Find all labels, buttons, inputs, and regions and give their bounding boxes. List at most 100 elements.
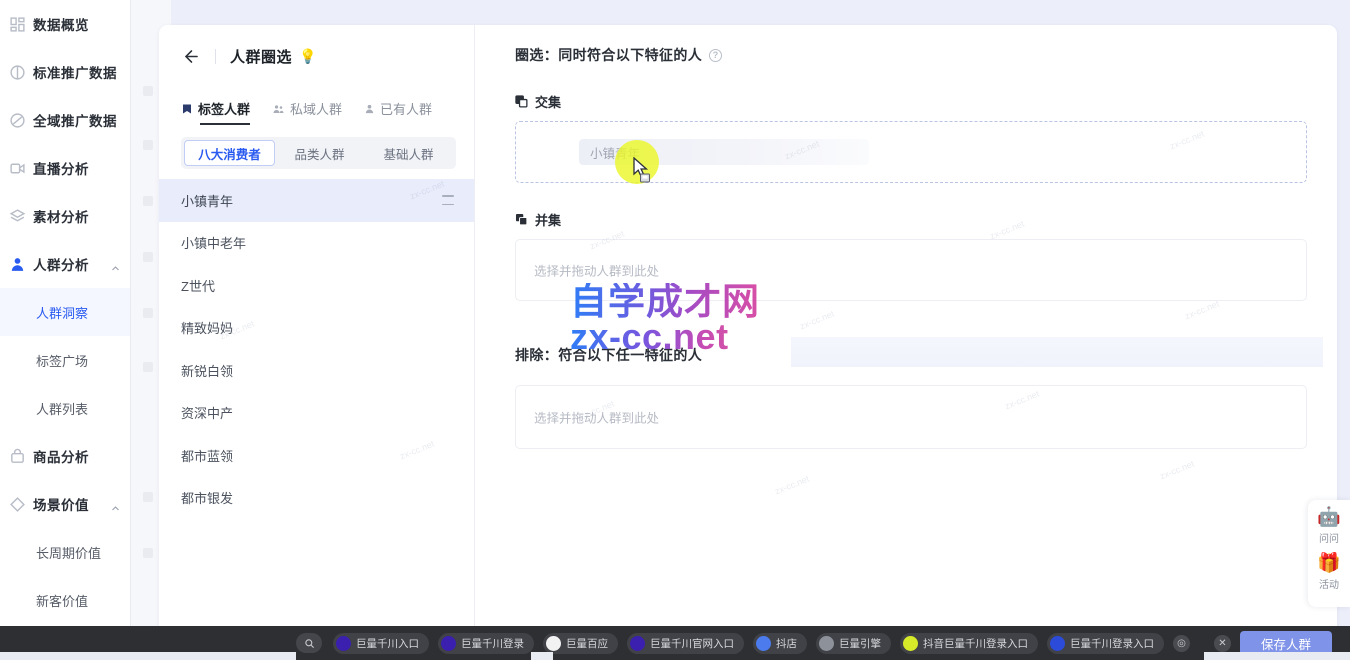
list-item-label: 都市蓝领 (181, 448, 234, 464)
bookmark-label: 抖店 (776, 637, 797, 650)
sidebar-subitem-label: 人群列表 (36, 401, 89, 417)
intersection-label-text: 交集 (535, 95, 562, 110)
activity-button[interactable]: 🎁 活动 (1308, 553, 1350, 591)
intersection-label: 交集 (515, 92, 1307, 111)
sidebar-item-tag-plaza[interactable]: 标签广场 (0, 336, 130, 384)
ask-assistant-label: 问问 (1319, 534, 1339, 545)
search-icon[interactable] (296, 633, 322, 653)
list-item[interactable]: 小镇中老年 (159, 222, 474, 265)
floating-help-widget: 🤖 问问 🎁 活动 (1308, 500, 1350, 607)
globe-icon (8, 111, 26, 129)
sidebar-item-creative-analysis[interactable]: 素材分析 (0, 192, 130, 240)
bookmark-item[interactable]: 巨量千川登录入口 (1047, 632, 1164, 654)
bookmark-label: 巨量千川官网入口 (650, 637, 734, 650)
sidebar-item-label: 全域推广数据 (33, 114, 117, 129)
sidebar-item-product-analysis[interactable]: 商品分析 (0, 432, 130, 480)
segment-category-audience[interactable]: 品类人群 (275, 140, 364, 166)
robot-avatar-icon: 🤖 (1317, 507, 1341, 528)
lightbulb-icon: 💡 (299, 48, 317, 64)
sidebar-item-audience-analysis[interactable]: 人群分析 (0, 240, 130, 288)
union-label-text: 并集 (535, 213, 562, 228)
favicon-icon (630, 635, 645, 651)
globe-small-icon[interactable]: ◎ (1173, 634, 1190, 652)
bookmark-item[interactable]: 巨量千川入口 (333, 632, 429, 654)
ask-assistant-button[interactable]: 🤖 问问 (1308, 507, 1350, 545)
sidebar-item-newcustomer-value[interactable]: 新客价值 (0, 576, 130, 624)
tab-existing-audience[interactable]: 已有人群 (364, 99, 432, 125)
section-divider-band (791, 337, 1323, 367)
bookmark-label: 巨量引擎 (839, 637, 881, 650)
sidebar-item-label: 人群分析 (33, 258, 89, 273)
bookmark-label: 巨量百应 (566, 637, 608, 650)
include-title-text: 圈选：同时符合以下特征的人 (515, 47, 703, 63)
person-icon (364, 103, 375, 115)
sidebar-item-standard-promotion[interactable]: 标准推广数据 (0, 48, 130, 96)
dragging-audience-chip[interactable]: 小镇青年 (579, 139, 869, 165)
sidebar-item-label: 直播分析 (33, 162, 89, 177)
taskbar-edge-mid (531, 652, 553, 660)
audience-builder-area: 圈选：同时符合以下特征的人 ? 交集 小镇青年 并集 选择并拖动人群到此处 排除… (475, 25, 1337, 650)
bookmark-item[interactable]: 巨量百应 (543, 632, 618, 654)
union-icon (515, 213, 528, 226)
tab-private-audience[interactable]: 私域人群 (272, 99, 342, 125)
list-item[interactable]: Z世代 (159, 264, 474, 307)
sidebar-item-audience-list[interactable]: 人群列表 (0, 384, 130, 432)
panel-tabs: 标签人群 私域人群 已有人群 (159, 87, 474, 125)
page-title: 人群圈选 (230, 48, 293, 66)
sidebar-subitem-label: 标签广场 (36, 353, 89, 369)
bookmark-label: 巨量千川入口 (356, 637, 419, 650)
sidebar-item-label: 标准推广数据 (33, 66, 117, 81)
sidebar-item-label: 商品分析 (33, 450, 89, 465)
list-item-label: 都市银发 (181, 491, 234, 507)
audience-selection-card: 人群圈选 💡 标签人群 私域人群 已有人群 八大消费者 品类人群 基础人群 小镇… (159, 25, 1337, 650)
exclude-placeholder: 选择并拖动人群到此处 (534, 411, 660, 426)
bookmark-item[interactable]: 抖音巨量千川登录入口 (900, 632, 1038, 654)
header-divider (215, 48, 216, 64)
sidebar-item-data-overview[interactable]: 数据概览 (0, 0, 130, 48)
bookmark-item[interactable]: 抖店 (753, 632, 807, 654)
intersection-dropzone[interactable]: 小镇青年 (515, 121, 1307, 183)
union-dropzone[interactable]: 选择并拖动人群到此处 (515, 239, 1307, 301)
exclude-dropzone[interactable]: 选择并拖动人群到此处 (515, 385, 1307, 449)
favicon-icon (756, 635, 771, 651)
favicon-icon (1050, 635, 1065, 651)
bookmark-item[interactable]: 巨量千川登录 (438, 632, 534, 654)
list-item[interactable]: 新锐白领 (159, 349, 474, 392)
sidebar-item-label: 素材分析 (33, 210, 89, 225)
list-item[interactable]: 精致妈妈 (159, 307, 474, 350)
union-placeholder: 选择并拖动人群到此处 (534, 264, 660, 279)
bookmark-label: 巨量千川登录 (461, 637, 524, 650)
exclude-title-text: 排除：符合以下任一特征的人 (515, 347, 703, 363)
arrow-left-icon[interactable] (181, 46, 201, 66)
group-icon (272, 103, 285, 115)
sidebar-subitem-label: 人群洞察 (36, 305, 89, 321)
sidebar-item-live-analysis[interactable]: 直播分析 (0, 144, 130, 192)
list-item[interactable]: 资深中产 (159, 392, 474, 435)
list-item[interactable]: 都市银发 (159, 477, 474, 520)
help-icon[interactable]: ? (709, 48, 723, 62)
list-item[interactable]: 小镇青年 (159, 179, 474, 222)
sidebar-item-audience-insight[interactable]: 人群洞察 (0, 288, 130, 336)
tab-label: 标签人群 (198, 102, 251, 117)
gift-icon: 🎁 (1317, 553, 1341, 574)
favicon-icon (441, 635, 456, 651)
list-item[interactable]: 都市蓝领 (159, 434, 474, 477)
sidebar-item-scene-value[interactable]: 场景价值 (0, 480, 130, 528)
sidebar-item-longcycle-value[interactable]: 长周期价值 (0, 528, 130, 576)
bookmark-item[interactable]: 巨量千川官网入口 (627, 632, 744, 654)
chevron-up-icon[interactable] (111, 260, 120, 271)
favicon-icon (819, 635, 834, 651)
segment-eight-consumers[interactable]: 八大消费者 (184, 140, 275, 166)
chevron-up-icon[interactable] (111, 500, 120, 511)
video-icon (8, 159, 26, 177)
tab-tag-audience[interactable]: 标签人群 (181, 99, 251, 125)
drag-handle-icon[interactable] (442, 195, 454, 206)
bag-icon (8, 447, 26, 465)
bookmark-item[interactable]: 巨量引擎 (816, 632, 891, 654)
close-icon[interactable]: ✕ (1214, 634, 1231, 652)
bookmark-label: 巨量千川登录入口 (1070, 637, 1154, 650)
sidebar-item-global-promotion[interactable]: 全域推广数据 (0, 96, 130, 144)
segment-basic-audience[interactable]: 基础人群 (364, 140, 453, 166)
union-label: 并集 (515, 210, 1307, 229)
list-item-label: 小镇中老年 (181, 236, 247, 252)
